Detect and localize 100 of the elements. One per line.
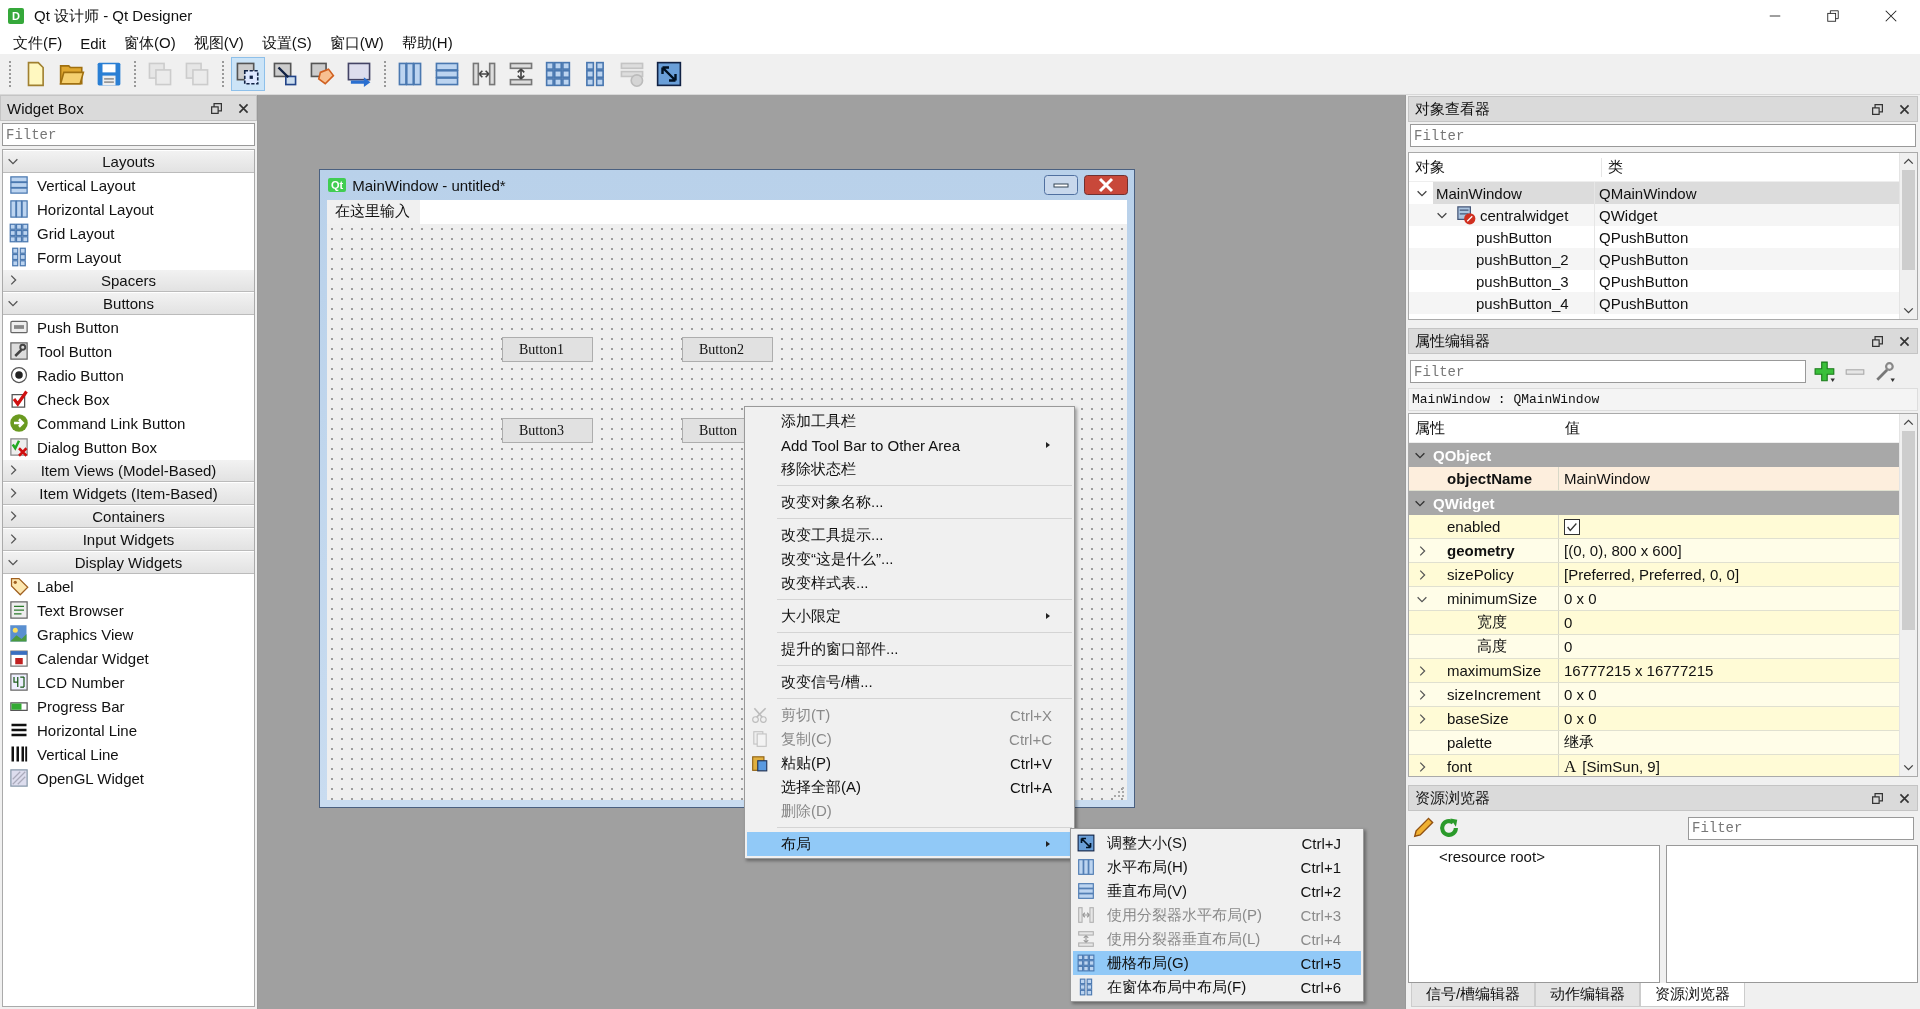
property-value[interactable]: [(0, 0), 800 x 600]	[1564, 542, 1682, 559]
menu-item[interactable]: 调整大小(S) Ctrl+J	[1073, 831, 1361, 855]
menu-item[interactable]: 改变样式表...	[747, 571, 1072, 595]
filter-field[interactable]: Filter	[2, 123, 255, 146]
menu-item[interactable]: 选择全部(A) Ctrl+A	[747, 775, 1072, 799]
widget-item[interactable]: Vertical Line	[3, 742, 254, 766]
property-value[interactable]: 0	[1564, 614, 1573, 631]
column-header[interactable]: 对象	[1409, 157, 1602, 177]
float-icon[interactable]	[1871, 791, 1884, 805]
toolbar-button[interactable]	[231, 57, 265, 91]
close-icon[interactable]	[1898, 791, 1911, 805]
menu-item[interactable]: 设置(S)	[252, 33, 321, 53]
tab[interactable]: 资源浏览器	[1640, 983, 1746, 1007]
close-icon[interactable]	[1084, 175, 1128, 195]
wrench-icon[interactable]	[1874, 360, 1896, 383]
widget-item[interactable]: Radio Button	[3, 363, 254, 387]
resize-grip-icon[interactable]	[1113, 786, 1125, 798]
close-icon[interactable]	[1898, 102, 1911, 116]
tab[interactable]: 信号/槽编辑器	[1411, 983, 1536, 1007]
widget-item[interactable]: Check Box	[3, 387, 254, 411]
property-value[interactable]: 0 x 0	[1564, 590, 1597, 607]
menu-item[interactable]: 窗口(W)	[320, 33, 393, 53]
restore-icon[interactable]	[1826, 9, 1840, 23]
menu-item[interactable]: 垂直布局(V) Ctrl+2	[1073, 879, 1361, 903]
property-value[interactable]: 0	[1564, 638, 1573, 655]
property-value[interactable]: MainWindow	[1564, 470, 1650, 487]
category-header[interactable]: Item Widgets (Item-Based)	[3, 482, 254, 505]
widget-item[interactable]: Progress Bar	[3, 694, 254, 718]
menu-item[interactable]: 视图(V)	[184, 33, 253, 53]
filter-field[interactable]: Filter	[1688, 816, 1914, 840]
menu-item[interactable]: 文件(F)	[4, 33, 72, 53]
widget-item[interactable]: Text Browser	[3, 598, 254, 622]
scrollbar[interactable]	[1899, 414, 1917, 776]
menu-item[interactable]: 移除状态栏	[747, 457, 1072, 481]
widget-item[interactable]: Dialog Button Box	[3, 435, 254, 459]
menu-item[interactable]: 帮助(H)	[392, 33, 462, 53]
widget-item[interactable]: Vertical Layout	[3, 173, 254, 197]
pencil-icon[interactable]	[1412, 817, 1434, 839]
menu-item[interactable]: 改变“这是什么”...	[747, 547, 1072, 571]
column-header[interactable]: 值	[1559, 418, 1899, 438]
float-icon[interactable]	[1871, 102, 1884, 116]
widget-item[interactable]: Graphics View	[3, 622, 254, 646]
push-button[interactable]: Button3	[502, 418, 593, 443]
close-icon[interactable]	[237, 101, 250, 115]
property-value[interactable]: 0 x 0	[1564, 710, 1597, 727]
category-header[interactable]: Spacers	[3, 269, 254, 292]
push-button[interactable]: Button2	[682, 337, 773, 362]
float-icon[interactable]	[210, 101, 223, 115]
float-icon[interactable]	[1871, 334, 1884, 348]
tree-item[interactable]: centralwidget	[1453, 204, 1594, 226]
filter-field[interactable]: Filter	[1410, 124, 1916, 147]
widget-item[interactable]: Label	[3, 574, 254, 598]
close-icon[interactable]	[1884, 9, 1898, 23]
widget-item[interactable]: Form Layout	[3, 245, 254, 269]
tree-item[interactable]: pushButton_2	[1473, 248, 1594, 270]
widget-item[interactable]: Tool Button	[3, 339, 254, 363]
menu-placeholder[interactable]: 在这里输入	[327, 200, 420, 224]
refresh-icon[interactable]	[1438, 817, 1460, 839]
category-header[interactable]: Containers	[3, 505, 254, 528]
widget-item[interactable]: Calendar Widget	[3, 646, 254, 670]
menu-item[interactable]: 改变信号/槽...	[747, 670, 1072, 694]
tree-item[interactable]: pushButton_3	[1473, 270, 1594, 292]
menu-item[interactable]: 改变工具提示...	[747, 523, 1072, 547]
widget-item[interactable]: Grid Layout	[3, 221, 254, 245]
widget-item[interactable]: Command Link Button	[3, 411, 254, 435]
push-button[interactable]: Button1	[502, 337, 593, 362]
menu-item[interactable]: 大小限定	[747, 604, 1072, 628]
widget-item[interactable]: Horizontal Layout	[3, 197, 254, 221]
menu-item[interactable]: 窗体(O)	[115, 33, 185, 53]
category-header[interactable]: Item Views (Model-Based)	[3, 459, 254, 482]
scrollbar[interactable]	[1899, 153, 1917, 319]
menu-item[interactable]: 栅格布局(G) Ctrl+5	[1073, 951, 1361, 975]
minimize-icon[interactable]	[1044, 175, 1078, 195]
menu-item[interactable]: 改变对象名称...	[747, 490, 1072, 514]
tree-item[interactable]: pushButton	[1473, 226, 1594, 248]
category-header[interactable]: Buttons	[3, 292, 254, 315]
tree-item[interactable]: MainWindow	[1433, 182, 1594, 204]
menu-item[interactable]: 在窗体布局中布局(F) Ctrl+6	[1073, 975, 1361, 999]
column-header[interactable]: 类	[1602, 157, 1899, 177]
property-value[interactable]: 16777215 x 16777215	[1564, 662, 1714, 679]
tree-item[interactable]: <resource root>	[1409, 846, 1545, 865]
close-icon[interactable]	[1898, 334, 1911, 348]
property-value[interactable]: 0 x 0	[1564, 686, 1597, 703]
category-header[interactable]: Input Widgets	[3, 528, 254, 551]
checkbox[interactable]	[1564, 518, 1580, 535]
menu-item[interactable]: 提升的窗口部件...	[747, 637, 1072, 661]
tree-item[interactable]: pushButton_4	[1473, 292, 1594, 314]
menu-item[interactable]: 水平布局(H) Ctrl+1	[1073, 855, 1361, 879]
widget-item[interactable]: Horizontal Line	[3, 718, 254, 742]
property-value[interactable]: [Preferred, Preferred, 0, 0]	[1564, 566, 1740, 583]
category-header[interactable]: Layouts	[3, 150, 254, 173]
property-value[interactable]: 继承	[1564, 733, 1594, 752]
category-header[interactable]: Display Widgets	[3, 551, 254, 574]
widget-item[interactable]: Push Button	[3, 315, 254, 339]
add-icon[interactable]	[1814, 360, 1836, 383]
filter-field[interactable]: Filter	[1410, 360, 1806, 383]
property-value[interactable]: [SimSun, 9]	[1582, 758, 1660, 775]
widget-item[interactable]: LCD Number	[3, 670, 254, 694]
menu-item[interactable]: Edit	[71, 34, 115, 52]
tab[interactable]: 动作编辑器	[1535, 983, 1641, 1007]
